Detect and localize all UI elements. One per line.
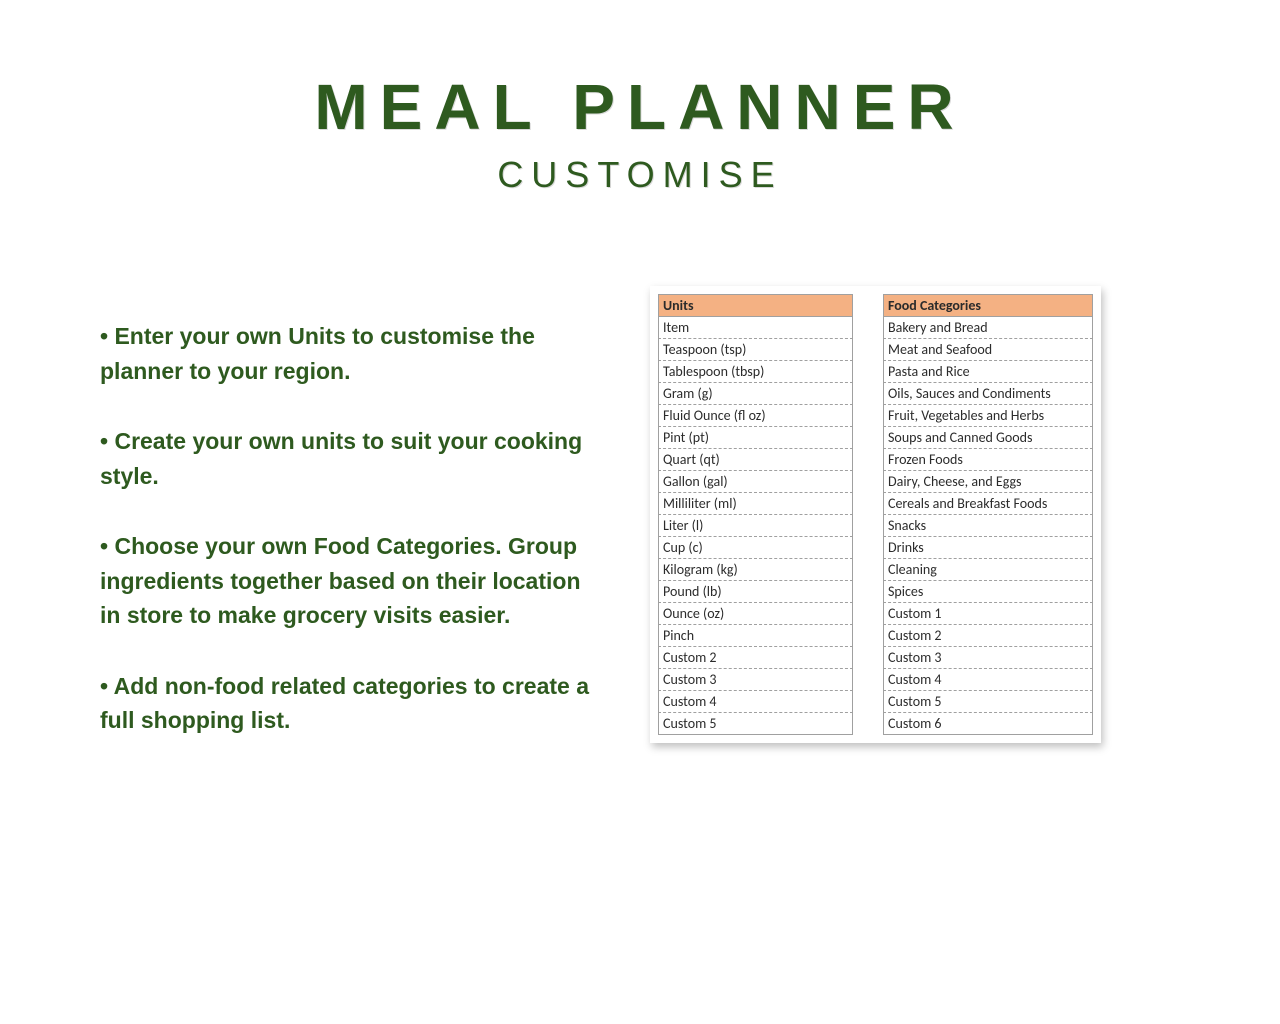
bullet-item: Create your own units to suit your cooki… [100,424,590,493]
table-row: Custom 5 [883,691,1093,713]
table-row: Pasta and Rice [883,361,1093,383]
table-row: Ounce (oz) [658,603,853,625]
table-row: Pinch [658,625,853,647]
table-row: Snacks [883,515,1093,537]
page: MEAL PLANNER CUSTOMISE Enter your own Un… [0,0,1280,1024]
table-row: Custom 4 [658,691,853,713]
content-row: Enter your own Units to customise the pl… [100,286,1180,774]
table-row: Frozen Foods [883,449,1093,471]
table-row: Gram (g) [658,383,853,405]
table-row: Custom 3 [658,669,853,691]
table-row: Custom 4 [883,669,1093,691]
food-categories-table: Food Categories Bakery and Bread Meat an… [883,294,1093,735]
table-row: Oils, Sauces and Condiments [883,383,1093,405]
units-table: Units Item Teaspoon (tsp) Tablespoon (tb… [658,294,853,735]
table-row: Quart (qt) [658,449,853,471]
table-row: Item [658,317,853,339]
page-title: MEAL PLANNER [100,70,1180,144]
bullet-list: Enter your own Units to customise the pl… [100,286,590,774]
table-row: Pound (lb) [658,581,853,603]
table-row: Kilogram (kg) [658,559,853,581]
table-row: Fruit, Vegetables and Herbs [883,405,1093,427]
table-row: Gallon (gal) [658,471,853,493]
table-row: Custom 3 [883,647,1093,669]
table-row: Soups and Canned Goods [883,427,1093,449]
bullet-item: Enter your own Units to customise the pl… [100,319,590,388]
table-row: Cleaning [883,559,1093,581]
table-row: Milliliter (ml) [658,493,853,515]
units-header: Units [658,294,853,317]
bullet-item: Add non-food related categories to creat… [100,669,590,738]
table-row: Teaspoon (tsp) [658,339,853,361]
table-row: Bakery and Bread [883,317,1093,339]
table-row: Drinks [883,537,1093,559]
table-row: Dairy, Cheese, and Eggs [883,471,1093,493]
table-row: Custom 1 [883,603,1093,625]
table-row: Spices [883,581,1093,603]
bullet-item: Choose your own Food Categories. Group i… [100,529,590,633]
table-row: Custom 2 [658,647,853,669]
food-categories-header: Food Categories [883,294,1093,317]
tables-panel: Units Item Teaspoon (tsp) Tablespoon (tb… [650,286,1101,743]
table-row: Cup (c) [658,537,853,559]
table-row: Tablespoon (tbsp) [658,361,853,383]
table-row: Fluid Ounce (fl oz) [658,405,853,427]
page-subtitle: CUSTOMISE [100,154,1180,196]
table-row: Custom 6 [883,713,1093,735]
table-row: Pint (pt) [658,427,853,449]
table-row: Custom 5 [658,713,853,735]
table-row: Custom 2 [883,625,1093,647]
table-row: Meat and Seafood [883,339,1093,361]
table-row: Liter (l) [658,515,853,537]
table-row: Cereals and Breakfast Foods [883,493,1093,515]
